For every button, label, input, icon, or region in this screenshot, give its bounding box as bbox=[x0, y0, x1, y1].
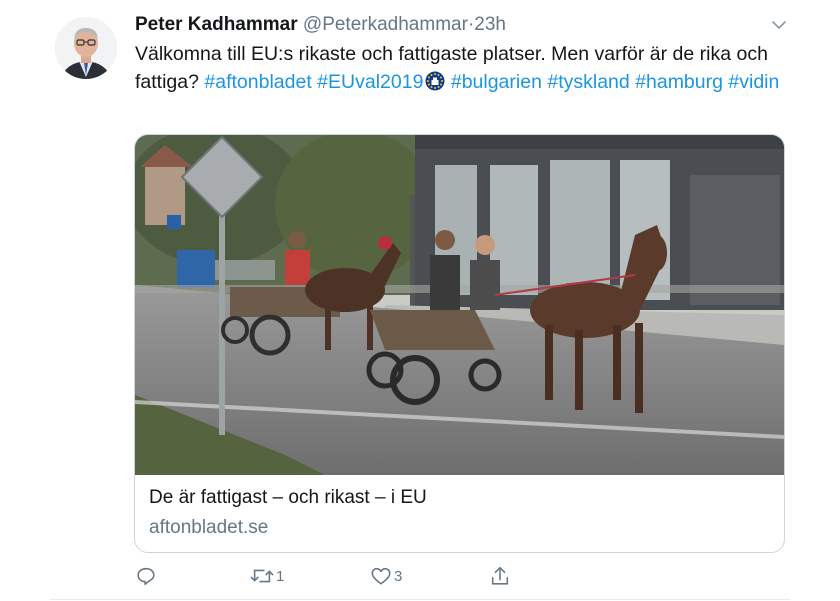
hashtag-bulgarien[interactable]: #bulgarien bbox=[451, 71, 542, 93]
more-options-button[interactable] bbox=[768, 14, 790, 36]
hashtag-vidin[interactable]: #vidin bbox=[728, 71, 779, 93]
share-button[interactable] bbox=[489, 563, 511, 589]
card-title[interactable]: De är fattigast – och rikast – i EU bbox=[149, 485, 427, 511]
horse-carts-photo bbox=[135, 135, 784, 475]
link-card[interactable]: De är fattigast – och rikast – i EU afto… bbox=[134, 134, 785, 553]
like-count: 3 bbox=[394, 567, 403, 585]
tweet-text: Välkomna till EU:s rikaste och fattigast… bbox=[135, 40, 785, 99]
chevron-down-icon bbox=[772, 21, 786, 29]
tweet-timestamp[interactable]: 23h bbox=[474, 14, 506, 35]
hashtag-tyskland[interactable]: #tyskland bbox=[547, 71, 629, 93]
hashtag-aftonbladet[interactable]: #aftonbladet bbox=[204, 71, 311, 93]
card-domain: aftonbladet.se bbox=[149, 517, 269, 538]
tweet-header: Peter Kadhammar @Peterkadhammar·23h bbox=[135, 12, 506, 38]
retweet-icon bbox=[250, 569, 274, 583]
hashtag-euval2019[interactable]: #EUval2019 bbox=[317, 71, 423, 93]
eu-ballot-box-emoji bbox=[425, 71, 445, 99]
avatar-photo bbox=[55, 17, 117, 79]
hashtag-hamburg[interactable]: #hamburg bbox=[635, 71, 723, 93]
like-button[interactable]: 3 bbox=[370, 563, 402, 589]
card-image[interactable] bbox=[135, 135, 784, 475]
retweet-button[interactable]: 1 bbox=[250, 563, 284, 589]
avatar[interactable] bbox=[55, 17, 117, 79]
reply-button[interactable] bbox=[135, 563, 159, 589]
like-icon bbox=[371, 567, 391, 585]
reply-icon bbox=[137, 567, 155, 586]
author-handle[interactable]: @Peterkadhammar bbox=[303, 14, 468, 35]
retweet-count: 1 bbox=[276, 567, 285, 585]
author-name[interactable]: Peter Kadhammar bbox=[135, 14, 298, 35]
share-icon bbox=[491, 566, 509, 585]
tweet-divider bbox=[50, 599, 790, 600]
